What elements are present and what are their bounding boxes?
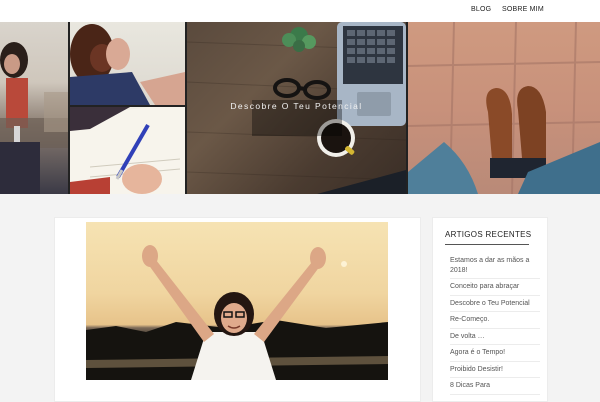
sidebar-recent-posts: ARTIGOS RECENTES Estamos a dar as mãos a… bbox=[432, 217, 548, 402]
glasses-icon bbox=[273, 78, 331, 100]
recent-post-link[interactable]: Estamos a dar as mãos a 2018! bbox=[450, 253, 540, 279]
nav-link-sobre-mim[interactable]: SOBRE MIM bbox=[502, 6, 544, 13]
hero-photo-writing bbox=[70, 107, 185, 194]
nav-link-blog[interactable]: BLOG bbox=[471, 6, 491, 13]
hero-photo-shoes bbox=[408, 22, 600, 194]
recent-post-link[interactable]: Agora é o Tempo! bbox=[450, 345, 540, 362]
recent-post-link[interactable]: Descobre o Teu Potencial bbox=[450, 296, 540, 312]
sidebar-title: ARTIGOS RECENTES bbox=[445, 230, 532, 239]
hero-photo-desk: Descobre O Teu Potencial bbox=[187, 22, 406, 194]
top-navigation: BLOG SOBRE MIM bbox=[0, 0, 600, 22]
hero-photo-woman bbox=[70, 22, 185, 105]
recent-post-link[interactable]: Conceito para abraçar bbox=[450, 279, 540, 296]
recent-post-link[interactable]: Re-Começo. bbox=[450, 312, 540, 329]
recent-post-link[interactable]: 8 Dicas Para bbox=[450, 378, 540, 395]
sidebar-title-underline bbox=[445, 244, 529, 245]
plant-icon bbox=[282, 27, 316, 52]
recent-posts-list: Estamos a dar as mãos a 2018! Conceito p… bbox=[450, 253, 540, 395]
hero-title: Descobre O Teu Potencial bbox=[230, 101, 363, 111]
blog-post-card[interactable] bbox=[54, 217, 421, 402]
post-featured-image[interactable] bbox=[86, 222, 388, 380]
hero-photo-workshop bbox=[0, 22, 68, 194]
recent-post-link[interactable]: De volta … bbox=[450, 329, 540, 345]
recent-post-link[interactable]: Proibido Desistir! bbox=[450, 362, 540, 378]
hero-banner: Descobre O Teu Potencial bbox=[0, 22, 600, 194]
